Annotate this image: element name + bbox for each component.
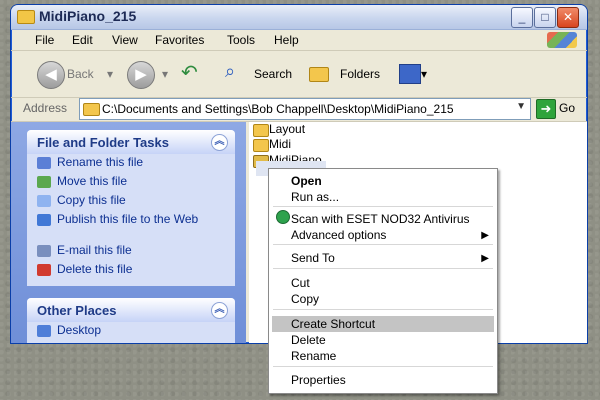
maximize-button[interactable]: □ (534, 7, 556, 28)
address-input[interactable]: C:\Documents and Settings\Bob Chappell\D… (79, 98, 531, 120)
other-places-panel: Other Places ︽ Desktop (27, 298, 235, 343)
context-cut[interactable]: Cut (291, 276, 310, 290)
other-places-header[interactable]: Other Places ︽ (27, 298, 235, 322)
folders-icon[interactable] (309, 67, 329, 82)
views-icon[interactable] (399, 64, 421, 84)
context-advanced-options[interactable]: Advanced options (291, 228, 386, 242)
file-folder-tasks-header[interactable]: File and Folder Tasks ︽ (27, 130, 235, 154)
task-delete-file[interactable]: Delete this file (27, 261, 235, 280)
move-icon (37, 176, 51, 188)
go-arrow-icon[interactable]: ➜ (536, 99, 556, 119)
collapse-chevron-icon[interactable]: ︽ (211, 302, 228, 319)
task-copy-file[interactable]: Copy this file (27, 192, 235, 211)
context-rename[interactable]: Rename (291, 349, 336, 363)
context-create-shortcut[interactable]: Create Shortcut (291, 317, 375, 331)
menu-bar: File Edit View Favorites Tools Help (11, 30, 587, 51)
delete-x-icon (37, 264, 51, 276)
go-button-label[interactable]: Go (559, 101, 575, 115)
publish-web-icon (37, 214, 51, 226)
menu-help[interactable]: Help (274, 33, 299, 47)
context-separator (273, 206, 493, 207)
context-separator (273, 244, 493, 245)
context-scan-eset[interactable]: Scan with ESET NOD32 Antivirus (291, 212, 470, 226)
search-button-label[interactable]: Search (254, 67, 292, 81)
back-arrow-icon[interactable]: ◀ (37, 61, 65, 89)
title-bar[interactable]: MidiPiano_215 _ □ ✕ (11, 5, 587, 30)
forward-dropdown-icon[interactable]: ▾ (162, 67, 168, 81)
file-item-midi[interactable]: Midi (253, 137, 291, 152)
window-title: MidiPiano_215 (39, 8, 137, 24)
email-icon (37, 245, 51, 257)
address-path: C:\Documents and Settings\Bob Chappell\D… (102, 102, 454, 116)
address-label: Address (23, 101, 68, 115)
menu-edit[interactable]: Edit (72, 33, 93, 47)
search-icon[interactable]: ⌕ (225, 61, 235, 82)
task-publish-web[interactable]: Publish this file to the Web (27, 211, 235, 242)
folders-button-label[interactable]: Folders (340, 67, 380, 81)
context-delete[interactable]: Delete (291, 333, 326, 347)
minimize-button[interactable]: _ (511, 7, 533, 28)
context-separator (273, 309, 493, 310)
desktop-icon (37, 325, 51, 337)
menu-tools[interactable]: Tools (227, 33, 255, 47)
context-send-to[interactable]: Send To (291, 251, 335, 265)
up-folder-icon[interactable]: ↶ (181, 60, 198, 85)
context-separator (273, 268, 493, 269)
context-copy[interactable]: Copy (291, 292, 319, 306)
menu-favorites[interactable]: Favorites (155, 33, 204, 47)
task-move-file[interactable]: Move this file (27, 173, 235, 192)
context-separator (273, 366, 493, 367)
submenu-arrow-icon: ▶ (481, 230, 489, 241)
views-dropdown-icon[interactable]: ▾ (421, 67, 427, 81)
folder-icon (17, 10, 35, 24)
task-rename-file[interactable]: Rename this file (27, 154, 235, 173)
context-menu: Open Run as... Scan with ESET NOD32 Anti… (268, 168, 498, 394)
context-open[interactable]: Open (291, 174, 322, 188)
menu-file[interactable]: File (35, 33, 54, 47)
back-button-label[interactable]: Back (67, 67, 94, 81)
menu-view[interactable]: View (112, 33, 138, 47)
address-folder-icon (83, 103, 100, 116)
task-email-file[interactable]: E-mail this file (27, 242, 235, 261)
submenu-arrow-icon: ▶ (481, 253, 489, 264)
windows-flag-icon (547, 32, 577, 48)
folder-icon (253, 139, 269, 152)
rename-icon (37, 157, 51, 169)
address-bar: Address C:\Documents and Settings\Bob Ch… (11, 97, 587, 122)
back-dropdown-icon[interactable]: ▾ (107, 67, 113, 81)
context-run-as[interactable]: Run as... (291, 190, 339, 204)
forward-arrow-icon[interactable]: ▶ (127, 61, 155, 89)
folder-icon (253, 124, 269, 137)
context-properties[interactable]: Properties (291, 373, 346, 387)
address-dropdown-icon[interactable]: ▼ (516, 101, 526, 112)
copy-icon (37, 195, 51, 207)
task-pane: File and Folder Tasks ︽ Rename this file… (11, 122, 246, 343)
place-desktop[interactable]: Desktop (27, 322, 235, 341)
file-item-layout[interactable]: Layout (253, 122, 305, 137)
standard-toolbar: ◀ Back ▾ ▶ ▾ ↶ ⌕ Search Folders ▾ (11, 51, 587, 98)
collapse-chevron-icon[interactable]: ︽ (211, 134, 228, 151)
eset-nod32-icon (276, 210, 290, 224)
file-folder-tasks-panel: File and Folder Tasks ︽ Rename this file… (27, 130, 235, 286)
close-button[interactable]: ✕ (557, 7, 579, 28)
